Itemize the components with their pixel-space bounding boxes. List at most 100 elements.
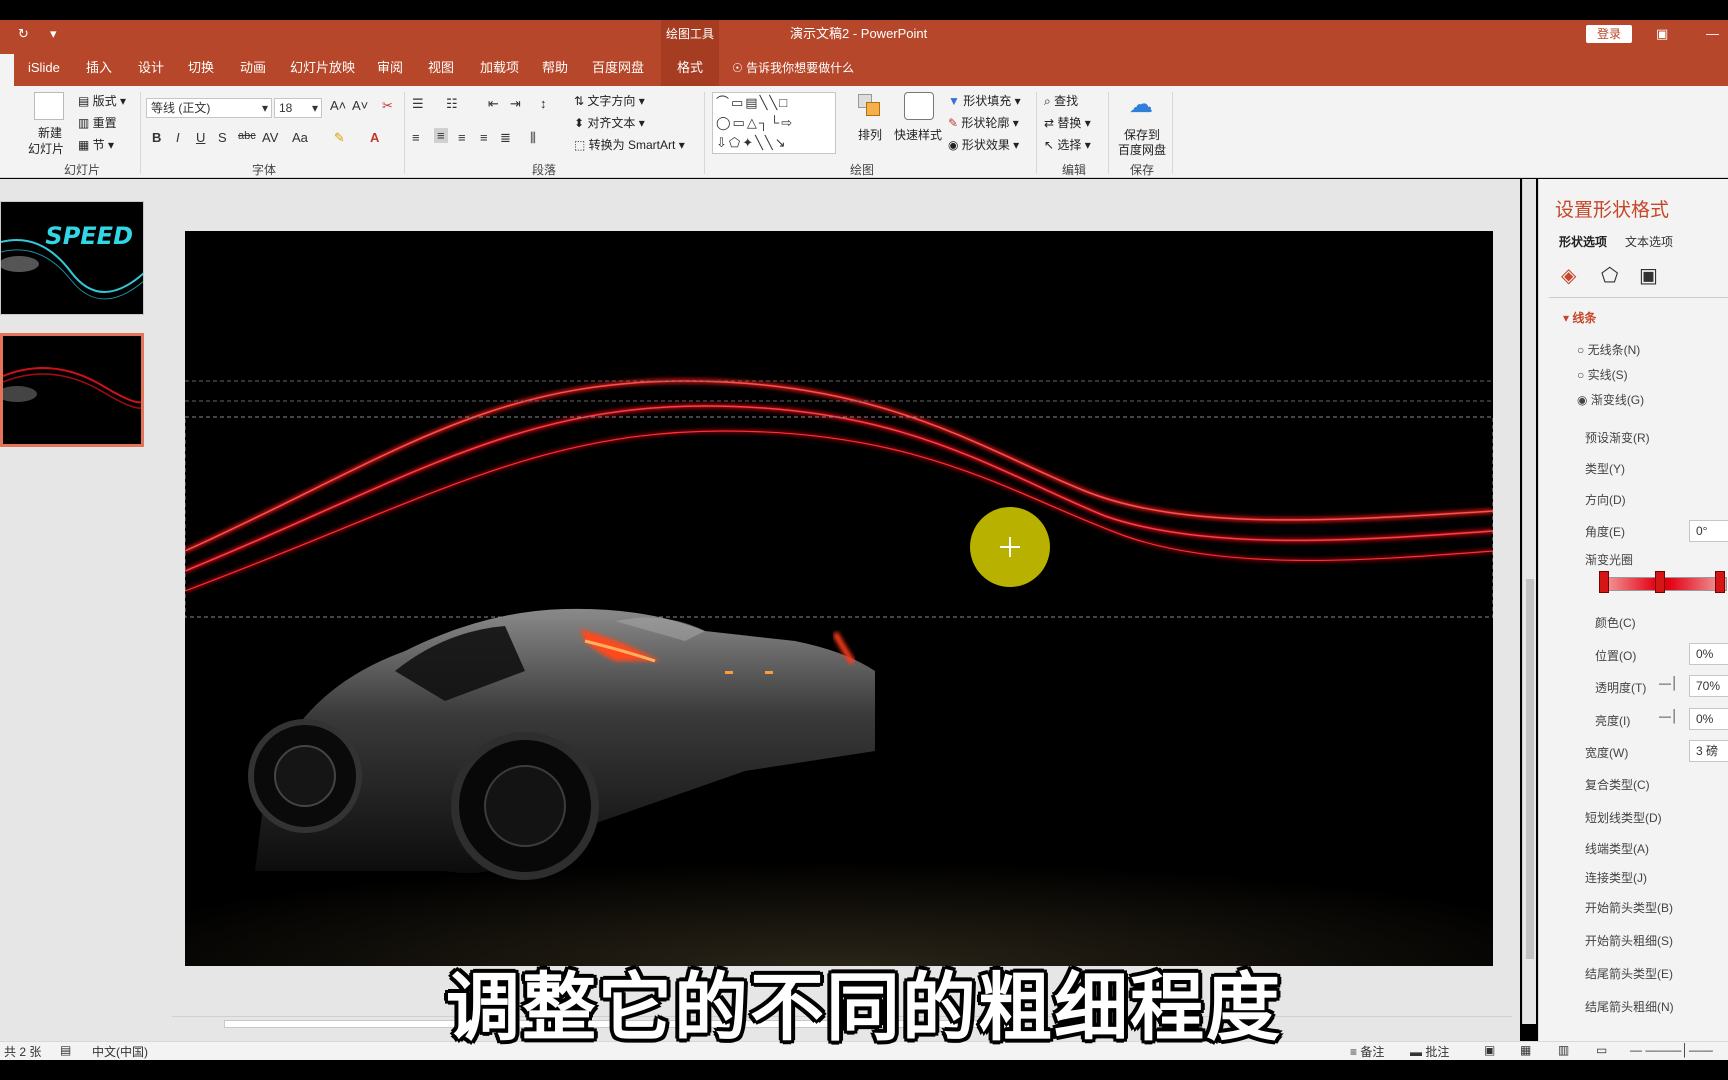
position-input[interactable]: 0% [1689, 643, 1728, 665]
font-name-box[interactable]: 等线 (正文) ▾ [146, 98, 272, 118]
baidu-pan-label[interactable]: 百度网盘 [1118, 141, 1166, 158]
separator [704, 92, 705, 174]
baidu-cloud-icon[interactable]: ☁ [1126, 90, 1156, 118]
distributed-icon[interactable]: ≣ [500, 130, 511, 146]
radio-solid-line[interactable]: ○ 实线(S) [1577, 366, 1628, 383]
dash-type-label[interactable]: 短划线类型(D) [1585, 809, 1662, 826]
align-right-icon[interactable]: ≡ [458, 130, 466, 145]
align-left-icon[interactable]: ≡ [412, 130, 420, 145]
line-spacing-icon[interactable]: ↕ [540, 96, 547, 111]
shapes-gallery[interactable]: ⌒▭▤╲╲□ ◯▭△┐└⇨ ⇩⬠✦╲╲↘ [712, 92, 836, 154]
gradient-stop-3[interactable] [1715, 571, 1725, 593]
reset-button[interactable]: ▥ 重置 [78, 114, 117, 131]
quick-styles-label[interactable]: 快速样式 [894, 126, 942, 143]
highlight-icon[interactable]: ✎ [334, 130, 345, 146]
bold-icon[interactable]: B [152, 130, 161, 145]
brightness-slider[interactable]: —│ [1659, 709, 1679, 723]
find-button[interactable]: ⌕ 查找 [1044, 92, 1078, 109]
width-input[interactable]: 3 磅 [1689, 740, 1728, 762]
line-section-header[interactable]: ▾ 线条 [1563, 309, 1596, 326]
customize-quick-access-icon[interactable]: ▾ [50, 20, 57, 48]
align-text-button[interactable]: ⬍ 对齐文本 ▾ [574, 114, 645, 131]
tab-shape-options[interactable]: 形状选项 [1559, 233, 1607, 250]
strikethrough-icon[interactable]: abc [238, 130, 256, 142]
columns-icon[interactable]: ⫼ [530, 130, 536, 146]
shape-effects-button[interactable]: ◉ 形状效果 ▾ [948, 136, 1019, 153]
fill-line-icon[interactable]: ◈ [1561, 263, 1576, 288]
align-center-icon[interactable]: ≡ [434, 128, 448, 143]
font-color-icon[interactable]: A [370, 130, 379, 145]
justify-icon[interactable]: ≡ [480, 130, 488, 145]
italic-icon[interactable]: I [176, 130, 180, 145]
tab-slideshow[interactable]: 幻灯片放映 [286, 48, 359, 86]
new-slide-label2[interactable]: 幻灯片 [28, 140, 64, 157]
new-slide-icon[interactable] [34, 92, 64, 120]
transparency-slider[interactable]: —│ [1659, 676, 1679, 690]
tell-me-box[interactable]: ☉ 告诉我你想要做什么 [732, 48, 854, 86]
slide-thumbnail-1[interactable]: SPEED [0, 201, 144, 315]
ribbon-display-options-icon[interactable]: ▣ [1656, 20, 1668, 48]
font-size-box[interactable]: 18 ▾ [274, 98, 322, 118]
tab-format[interactable]: 格式 [661, 48, 719, 86]
gradient-stop-1[interactable] [1599, 571, 1609, 593]
grow-font-icon[interactable]: A˄ [330, 98, 346, 113]
tab-design[interactable]: 设计 [134, 48, 168, 86]
decrease-indent-icon[interactable]: ⇤ [488, 96, 499, 112]
bullets-icon[interactable]: ☰ [412, 96, 424, 112]
arrange-label[interactable]: 排列 [858, 126, 882, 143]
cap-type-label[interactable]: 线端类型(A) [1585, 840, 1649, 857]
brightness-input[interactable]: 0% [1689, 708, 1728, 730]
change-case-icon[interactable]: Aa [292, 130, 308, 145]
file-tab[interactable] [0, 54, 14, 86]
tab-transitions[interactable]: 切换 [184, 48, 218, 86]
numbering-icon[interactable]: ☷ [446, 96, 458, 112]
tab-baidu[interactable]: 百度网盘 [588, 48, 648, 86]
minimize-icon[interactable]: — [1706, 20, 1719, 48]
new-slide-label[interactable]: 新建 [38, 124, 62, 141]
vertical-scrollbar[interactable] [1522, 179, 1536, 1024]
direction-label: 方向(D) [1585, 493, 1626, 507]
save-icon[interactable]: ↻ [18, 20, 29, 48]
effects-icon[interactable]: ⬠ [1601, 263, 1618, 288]
section-button[interactable]: ▦ 节 ▾ [78, 136, 114, 153]
tab-addins[interactable]: 加载项 [476, 48, 523, 86]
tab-animations[interactable]: 动画 [236, 48, 270, 86]
select-button[interactable]: ↖ 选择 ▾ [1044, 136, 1091, 153]
size-properties-icon[interactable]: ▣ [1639, 263, 1658, 288]
tab-review[interactable]: 审阅 [373, 48, 407, 86]
shape-outline-button[interactable]: ✎ 形状轮廓 ▾ [948, 114, 1019, 131]
angle-input[interactable]: 0° [1689, 520, 1728, 542]
tab-view[interactable]: 视图 [424, 48, 458, 86]
vertical-scroll-thumb[interactable] [1526, 579, 1534, 959]
gradient-stop-2[interactable] [1655, 571, 1665, 593]
char-spacing-icon[interactable]: AV [262, 130, 278, 145]
replace-button[interactable]: ⇄ 替换 ▾ [1044, 114, 1091, 131]
tab-text-options[interactable]: 文本选项 [1625, 233, 1673, 250]
tab-islide[interactable]: iSlide [24, 48, 64, 86]
convert-smartart-button[interactable]: ⬚ 转换为 SmartArt ▾ [574, 136, 685, 153]
shape-fill-button[interactable]: ▼ 形状填充 ▾ [948, 92, 1021, 109]
shrink-font-icon[interactable]: A˅ [352, 98, 368, 113]
quick-styles-icon[interactable] [904, 92, 934, 120]
underline-icon[interactable]: U [196, 130, 205, 145]
shadow-icon[interactable]: S [218, 130, 227, 145]
increase-indent-icon[interactable]: ⇥ [510, 96, 521, 112]
selection-box[interactable] [185, 416, 1493, 618]
current-slide[interactable] [185, 231, 1493, 966]
format-shape-pane: 设置形状格式 形状选项 文本选项 ◈ ⬠ ▣ ▾ 线条 ○ 无线条(N) ○ 实… [1538, 179, 1728, 1041]
tab-insert[interactable]: 插入 [82, 48, 116, 86]
transparency-input[interactable]: 70% [1689, 675, 1728, 697]
clear-format-icon[interactable]: ✂ [382, 98, 393, 114]
arrange-icon[interactable] [856, 92, 886, 120]
compound-type-label[interactable]: 复合类型(C) [1585, 776, 1650, 793]
slide-thumbnail-2[interactable] [0, 333, 144, 447]
text-direction-button[interactable]: ⇅ 文字方向 ▾ [574, 92, 645, 109]
layout-button[interactable]: ▤ 版式 ▾ [78, 92, 126, 109]
login-button[interactable]: 登录 [1586, 25, 1632, 43]
tab-help[interactable]: 帮助 [538, 48, 572, 86]
join-type-label[interactable]: 连接类型(J) [1585, 869, 1647, 886]
begin-arrow-type-label[interactable]: 开始箭头类型(B) [1585, 899, 1673, 916]
begin-arrow-size-label[interactable]: 开始箭头粗细(S) [1585, 932, 1673, 949]
radio-gradient-line[interactable]: ◉ 渐变线(G) [1577, 391, 1644, 408]
radio-no-line[interactable]: ○ 无线条(N) [1577, 341, 1640, 358]
